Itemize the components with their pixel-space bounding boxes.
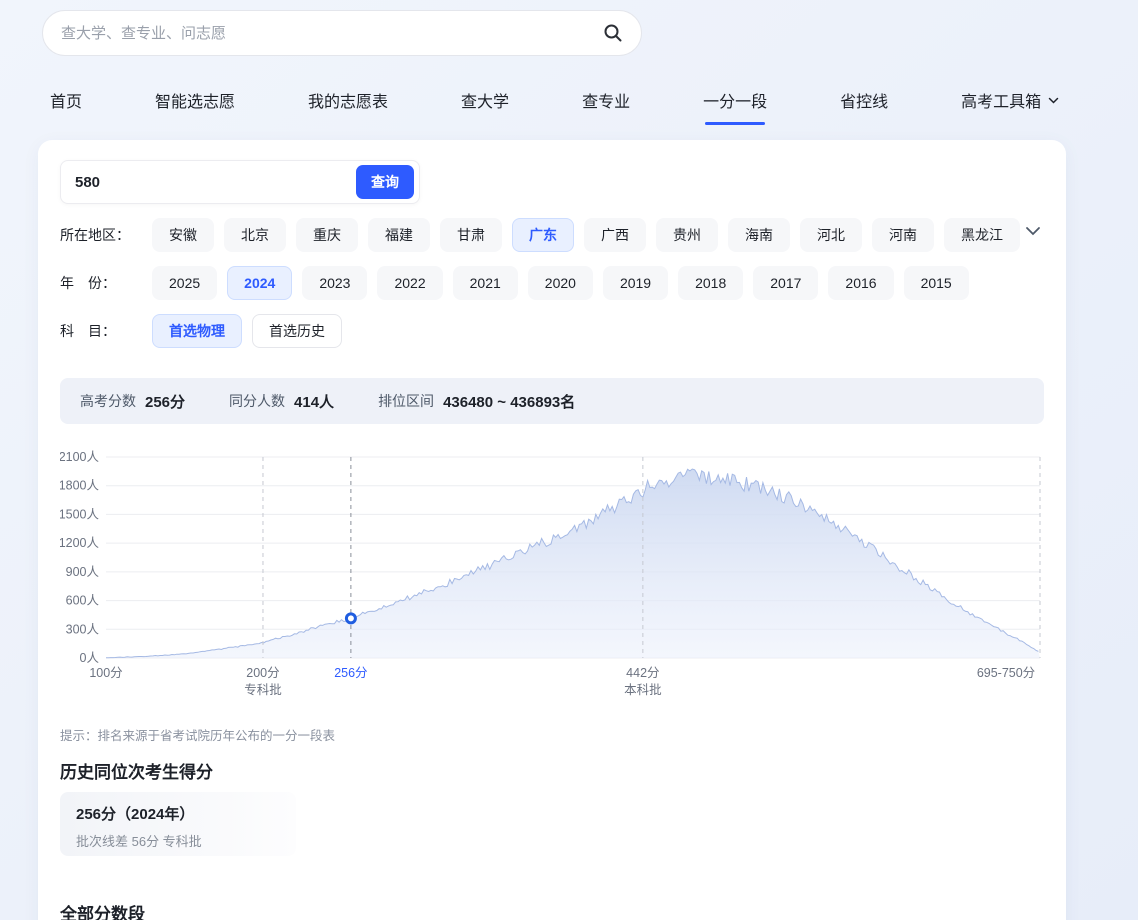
nav-item-find-major[interactable]: 查专业 [582,88,630,125]
score-summary: 高考分数 256分 同分人数 414人 排位区间 436480 ~ 436893… [60,378,1044,424]
svg-text:300人: 300人 [66,622,100,636]
svg-text:695-750分: 695-750分 [977,666,1035,680]
year-chip-4[interactable]: 2021 [453,266,518,300]
nav-item-province-line[interactable]: 省控线 [840,88,888,125]
year-chips: 2025 2024 2023 2022 2021 2020 2019 2018 2017 2016… [152,266,969,300]
top-search[interactable] [42,10,642,56]
current-score-marker[interactable] [346,614,355,623]
chart-tip: 提示：排名来源于省考试院历年公布的一分一段表 [60,725,335,744]
nav-item-score-rank[interactable]: 一分一段 [703,88,767,125]
expand-regions-chevron[interactable] [1024,224,1042,242]
toolbox-chevron-down-icon [1048,97,1059,104]
score-distribution-chart: 0人 300人 600人 900人 1200人 1500人 1800人 2100人 100分 20… [60,445,1044,703]
region-chip-4[interactable]: 甘肃 [440,218,502,252]
score-query-box: 查询 [60,160,420,204]
svg-text:200分: 200分 [246,666,279,680]
year-chip-10[interactable]: 2015 [904,266,969,300]
year-label: 年 份： [60,273,152,293]
region-chip-2[interactable]: 重庆 [296,218,358,252]
year-chip-2[interactable]: 2023 [302,266,367,300]
nav-item-toolbox[interactable]: 高考工具箱 [961,88,1059,125]
svg-text:2100人: 2100人 [60,450,99,464]
svg-text:600人: 600人 [66,594,100,608]
year-chip-9[interactable]: 2016 [828,266,893,300]
nav-item-find-university[interactable]: 查大学 [461,88,509,125]
nav-item-home[interactable]: 首页 [50,88,82,125]
year-chip-8[interactable]: 2017 [753,266,818,300]
summary-score-label: 高考分数 [80,391,136,411]
subject-filter-row: 科 目： 首选物理首选历史 [60,314,342,348]
region-chip-0[interactable]: 安徽 [152,218,214,252]
search-input[interactable] [61,25,603,42]
main-nav: 首页 智能选志愿 我的志愿表 查大学 查专业 一分一段 省控线 高考工具箱 [50,88,1059,125]
year-chip-0[interactable]: 2025 [152,266,217,300]
region-chip-6[interactable]: 广西 [584,218,646,252]
query-button[interactable]: 查询 [356,165,414,199]
svg-text:100分: 100分 [89,666,122,680]
region-label: 所在地区： [60,225,152,245]
summary-score-value: 256分 [145,391,185,412]
year-chip-7[interactable]: 2018 [678,266,743,300]
svg-text:1200人: 1200人 [60,536,99,550]
nav-item-smart-choice[interactable]: 智能选志愿 [155,88,235,125]
year-chip-3[interactable]: 2022 [377,266,442,300]
year-chip-5[interactable]: 2020 [528,266,593,300]
nav-item-my-list[interactable]: 我的志愿表 [308,88,388,125]
svg-text:442分: 442分 [626,666,659,680]
summary-rank-value: 436480 ~ 436893名 [443,391,575,412]
svg-text:256分: 256分 [334,666,367,680]
subject-chips: 首选物理首选历史 [152,314,342,348]
history-score-card[interactable]: 256分（2024年） 批次线差 56分 专科批 [60,792,296,856]
summary-same-value: 414人 [294,391,334,412]
svg-text:专科批: 专科批 [244,682,282,697]
summary-rank-label: 排位区间 [378,391,434,411]
summary-same-label: 同分人数 [229,391,285,411]
page: 首页 智能选志愿 我的志愿表 查大学 查专业 一分一段 省控线 高考工具箱 查询 所在地区： … [0,0,1138,920]
svg-text:900人: 900人 [66,565,100,579]
main-card: 查询 所在地区： 安徽北京重庆福建甘肃广东广西贵州海南河北河南黑龙江 年 份： … [38,140,1066,920]
search-icon[interactable] [603,23,623,43]
region-filter-row: 所在地区： 安徽北京重庆福建甘肃广东广西贵州海南河北河南黑龙江 [60,218,1020,252]
svg-text:0人: 0人 [80,651,100,665]
region-chip-8[interactable]: 海南 [728,218,790,252]
svg-text:本科批: 本科批 [624,682,662,697]
region-chip-5[interactable]: 广东 [512,218,574,252]
region-chip-3[interactable]: 福建 [368,218,430,252]
history-score: 256分（2024年） [76,803,280,824]
subject-chip-0[interactable]: 首选物理 [152,314,242,348]
history-section-title: 历史同位次考生得分 [60,758,213,783]
svg-text:1800人: 1800人 [60,479,99,493]
history-batch-diff: 批次线差 56分 专科批 [76,831,280,850]
subject-label: 科 目： [60,321,152,341]
year-chip-1[interactable]: 2024 [227,266,292,300]
subject-chip-1[interactable]: 首选历史 [252,314,342,348]
score-input[interactable] [61,174,356,191]
region-chip-10[interactable]: 河南 [872,218,934,252]
all-segments-title: 全部分数段 [60,900,145,920]
region-chip-9[interactable]: 河北 [800,218,862,252]
region-chips: 安徽北京重庆福建甘肃广东广西贵州海南河北河南黑龙江 [152,218,1020,252]
svg-text:1500人: 1500人 [60,507,99,521]
region-chip-7[interactable]: 贵州 [656,218,718,252]
year-chip-6[interactable]: 2019 [603,266,668,300]
year-filter-row: 年 份： 2025 2024 2023 2022 2021 2020 2019 2018 201… [60,266,969,300]
region-chip-1[interactable]: 北京 [224,218,286,252]
region-chip-11[interactable]: 黑龙江 [944,218,1020,252]
